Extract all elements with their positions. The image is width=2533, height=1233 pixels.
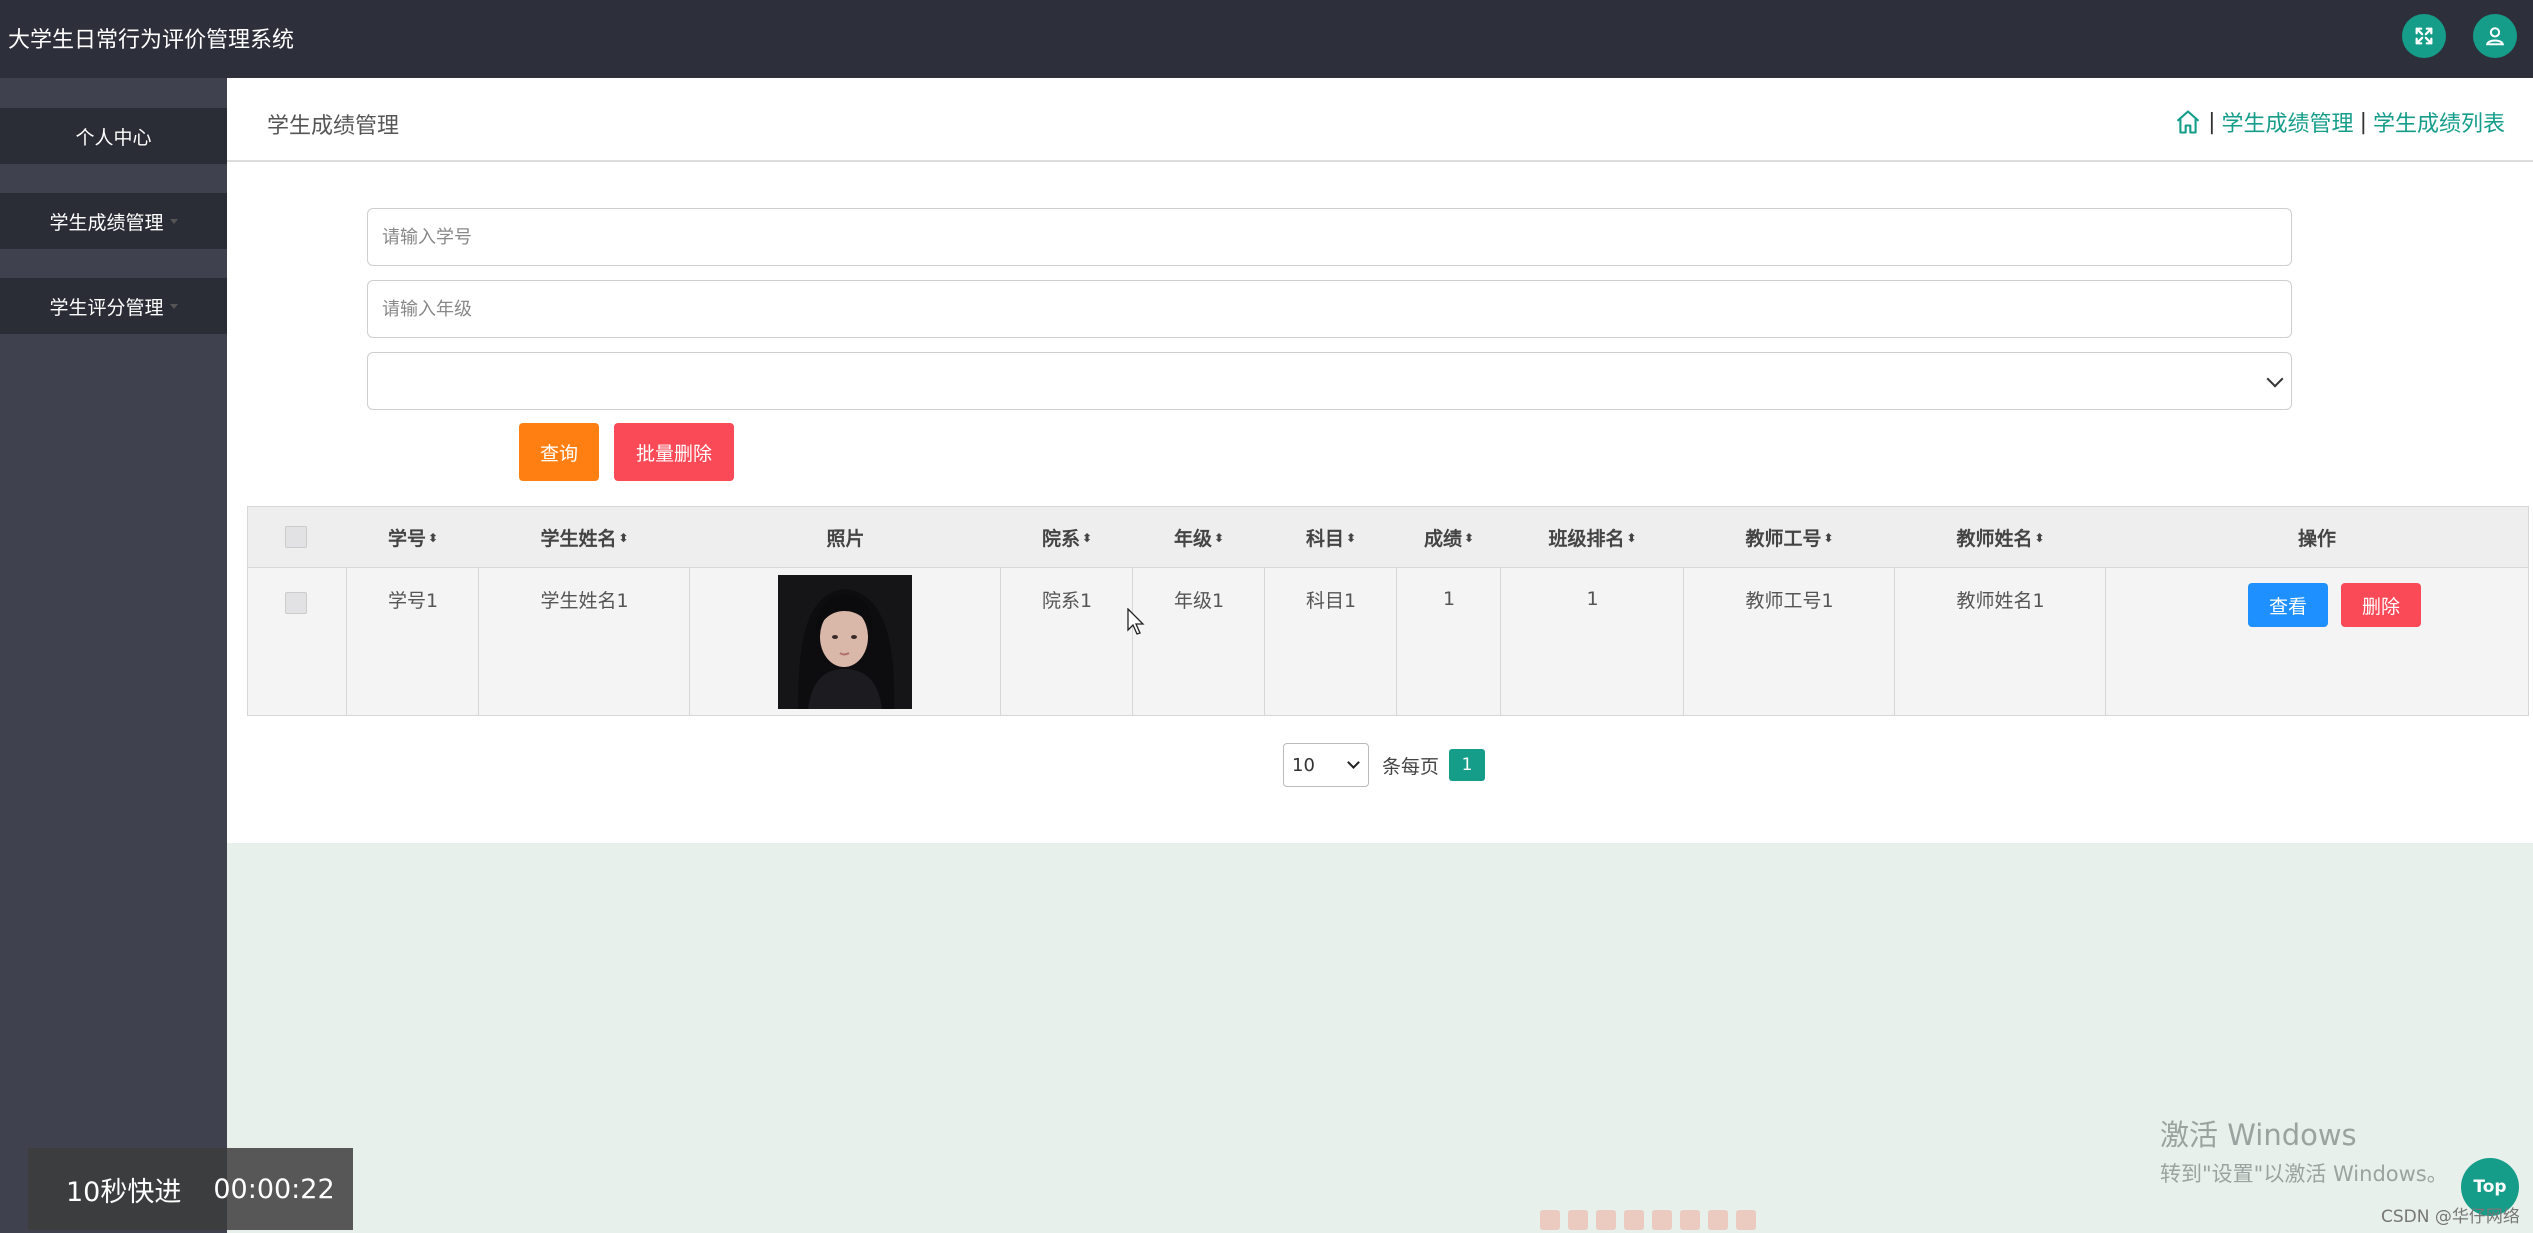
breadcrumb-score-list[interactable]: 学生成绩列表 — [2373, 106, 2505, 138]
column-header-teacher-name[interactable]: 教师姓名 ⬍ — [1895, 507, 2106, 568]
ime-icon — [1680, 1210, 1700, 1230]
cell-class-rank: 1 — [1586, 588, 1599, 610]
page-title: 学生成绩管理 — [267, 114, 400, 139]
ime-icon — [1708, 1210, 1728, 1230]
column-header-actions: 操作 — [2297, 528, 2336, 550]
fullscreen-icon — [2415, 27, 2433, 45]
user-menu-button[interactable] — [2473, 14, 2517, 58]
cell-grade: 年级1 — [1173, 589, 1225, 612]
student-photo — [778, 575, 912, 709]
video-fast-forward-overlay: 10秒快进 00:00:22 — [28, 1148, 353, 1230]
video-timestamp: 00:00:22 — [213, 1173, 335, 1205]
breadcrumb-separator: | — [2359, 109, 2367, 135]
app-title: 大学生日常行为评价管理系统 — [8, 28, 295, 53]
windows-activation-watermark: 激活 Windows 转到"设置"以激活 Windows。 — [2160, 1118, 2448, 1186]
cell-score: 1 — [1442, 588, 1456, 610]
sort-icon: ⬍ — [1213, 530, 1225, 545]
breadcrumb: | 学生成绩管理 | 学生成绩列表 — [2174, 106, 2505, 138]
ime-icon — [1652, 1210, 1672, 1230]
score-table: 学号 ⬍ 学生姓名 ⬍ 照片 院系 ⬍ 年级 ⬍ 科目 ⬍ 成绩 ⬍ 班级排名 ⬍ 教师工号 ⬍… — [247, 506, 2529, 716]
main-panel: 学生成绩管理 | 学生成绩管理 | 学生成绩列表 学号 年级 科目 查询 批量删… — [227, 78, 2533, 843]
sort-icon: ⬍ — [1626, 530, 1637, 545]
sort-icon: ⬍ — [1463, 530, 1475, 545]
sort-icon: ⬍ — [1823, 530, 1834, 545]
batch-delete-button[interactable]: 批量删除 — [614, 423, 734, 481]
cell-teacher-name: 教师姓名1 — [1956, 589, 2045, 612]
column-header-student-name[interactable]: 学生姓名 ⬍ — [479, 507, 690, 568]
cell-student-name: 学生姓名1 — [540, 589, 629, 612]
fullscreen-button[interactable] — [2402, 14, 2446, 58]
cell-teacher-id: 教师工号1 — [1745, 589, 1834, 612]
top-header: 大学生日常行为评价管理系统 — [0, 0, 2533, 78]
grade-input[interactable] — [367, 280, 2292, 338]
page-header: 学生成绩管理 | 学生成绩管理 | 学生成绩列表 — [227, 78, 2533, 162]
ime-icon — [1596, 1210, 1616, 1230]
column-header-subject[interactable]: 科目 ⬍ — [1265, 507, 1397, 568]
ime-icon — [1568, 1210, 1588, 1230]
breadcrumb-separator: | — [2208, 109, 2216, 135]
sort-icon: ⬍ — [1081, 530, 1093, 545]
sidebar-item-profile[interactable]: 个人中心 — [0, 108, 227, 164]
ime-icon — [1540, 1210, 1560, 1230]
column-header-teacher-id[interactable]: 教师工号 ⬍ — [1684, 507, 1895, 568]
cell-department: 院系1 — [1041, 589, 1093, 612]
column-header-class-rank[interactable]: 班级排名 ⬍ — [1501, 507, 1684, 568]
query-button[interactable]: 查询 — [519, 423, 599, 481]
sort-icon: ⬍ — [1345, 530, 1357, 545]
sidebar-item-rating-management[interactable]: 学生评分管理 — [0, 278, 227, 334]
user-icon — [2485, 27, 2505, 46]
sidebar-item-score-management[interactable]: 学生成绩管理 — [0, 193, 227, 249]
cell-subject: 科目1 — [1305, 589, 1357, 612]
caret-down-icon — [169, 303, 178, 309]
fast-forward-label: 10秒快进 — [66, 1176, 182, 1208]
page-size-select[interactable]: 10 — [1283, 743, 1369, 787]
column-header-department[interactable]: 院系 ⬍ — [1001, 507, 1133, 568]
input-method-toolbar — [1540, 1210, 1815, 1233]
table-header: 学号 ⬍ 学生姓名 ⬍ 照片 院系 ⬍ 年级 ⬍ 科目 ⬍ 成绩 ⬍ 班级排名 ⬍ 教师工号 ⬍… — [248, 507, 2528, 568]
csdn-watermark: CSDN @华仔网络 — [2381, 1207, 2520, 1227]
ime-icon — [1624, 1210, 1644, 1230]
sort-icon: ⬍ — [427, 530, 439, 545]
view-button[interactable]: 查看 — [2248, 583, 2328, 627]
delete-button[interactable]: 删除 — [2341, 583, 2421, 627]
subject-select[interactable] — [367, 352, 2292, 410]
sidebar: 个人中心 学生成绩管理 学生评分管理 — [0, 78, 227, 1233]
student-id-input[interactable] — [367, 208, 2292, 266]
sidebar-item-label: 个人中心 — [75, 126, 152, 149]
sort-icon: ⬍ — [2034, 530, 2045, 545]
breadcrumb-score-management[interactable]: 学生成绩管理 — [2222, 106, 2354, 138]
sidebar-item-label: 学生成绩管理 — [49, 211, 164, 234]
row-checkbox[interactable] — [285, 592, 307, 614]
chevron-down-icon — [2266, 370, 2284, 388]
chevron-down-icon — [1347, 756, 1360, 769]
column-header-score[interactable]: 成绩 ⬍ — [1397, 507, 1501, 568]
column-header-grade[interactable]: 年级 ⬍ — [1133, 507, 1265, 568]
column-header-student-id[interactable]: 学号 ⬍ — [347, 507, 479, 568]
column-header-photo: 照片 — [826, 528, 865, 550]
sort-icon: ⬍ — [618, 530, 629, 545]
home-icon[interactable] — [2174, 108, 2202, 136]
cell-student-id: 学号1 — [387, 589, 439, 612]
per-page-label: 条每页 — [1382, 756, 1440, 778]
ime-icon — [1736, 1210, 1756, 1230]
sidebar-item-label: 学生评分管理 — [49, 296, 164, 319]
page-number-button[interactable]: 1 — [1449, 749, 1485, 781]
mouse-cursor-icon — [1127, 608, 1145, 635]
caret-down-icon — [169, 218, 178, 224]
select-all-checkbox[interactable] — [285, 526, 307, 548]
